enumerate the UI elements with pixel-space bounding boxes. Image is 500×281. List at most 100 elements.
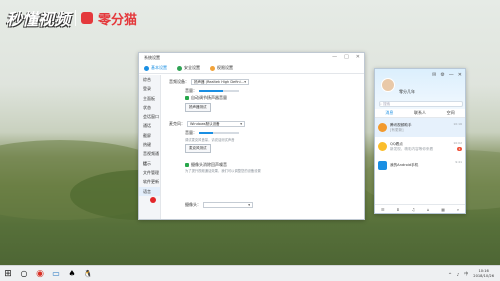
chat-tabs: 消息 联系人 空间 bbox=[375, 109, 465, 118]
minimize-button[interactable]: — bbox=[332, 54, 337, 60]
sidebar-item[interactable]: 状态 bbox=[139, 103, 160, 112]
sidebar-item[interactable]: 通话 bbox=[139, 121, 160, 130]
sidebar-item[interactable]: 截屏 bbox=[139, 131, 160, 140]
chat-panel: ✉ ⚙ — ✕ 零分几年 ⌕ 搜索 消息 联系人 空间 腾讯视频助手 [有更新] … bbox=[374, 68, 466, 214]
mic-value: Windows默认设备 bbox=[190, 121, 220, 126]
nickname: 零分几年 bbox=[399, 89, 415, 94]
sidebar-item[interactable]: 文件管理 bbox=[139, 168, 160, 177]
music-icon[interactable]: ♫ bbox=[411, 207, 415, 212]
sidebar-item[interactable]: 音视频通话 bbox=[139, 149, 160, 165]
clock[interactable]: 10:16 2018/10/26 bbox=[473, 269, 494, 279]
find-icon[interactable]: ⌕ bbox=[457, 207, 459, 212]
item-name: 我的Android手机 bbox=[390, 163, 419, 167]
list-item[interactable]: QQ看点 新发现，精彩内容等你来看 10:02 1 bbox=[375, 137, 465, 156]
noise-checkbox[interactable] bbox=[185, 163, 189, 167]
tab-permission[interactable]: 权限设置 bbox=[210, 63, 233, 73]
tab-basic[interactable]: 基本设置 bbox=[144, 63, 167, 73]
speaker-volume-row: 音量： bbox=[185, 88, 239, 94]
speaker-label: 音频设备： bbox=[169, 79, 189, 84]
volume-icon[interactable]: ♪ bbox=[457, 272, 460, 277]
search-icon[interactable]: ○ bbox=[16, 266, 32, 281]
test-speaker-button[interactable]: 扬声器测试 bbox=[185, 103, 211, 112]
noise-hint-text: 为了提升视频通话效果，我们可以调整您的设备设置 bbox=[185, 169, 261, 173]
noise-label: 摄像头消除回声噪音 bbox=[191, 162, 227, 167]
chat-header: ✉ ⚙ — ✕ 零分几年 ⌕ 搜索 bbox=[375, 69, 465, 109]
menu-icon[interactable]: ☰ bbox=[381, 207, 385, 212]
task-view-icon[interactable]: ▭ bbox=[48, 266, 64, 281]
list-item[interactable]: 腾讯视频助手 [有更新] 10:16 bbox=[375, 118, 465, 137]
sidebar-item[interactable]: 提示 bbox=[139, 159, 160, 168]
mic-hint: 调试麦克风音量，请说话测试声音 bbox=[185, 137, 234, 142]
apps-icon[interactable]: ▦ bbox=[441, 207, 445, 212]
sidebar-item-active[interactable]: 语言 bbox=[139, 186, 160, 196]
sidebar-item[interactable]: 会话窗口 bbox=[139, 112, 160, 121]
avatar[interactable] bbox=[381, 78, 395, 92]
volume-label: 音量： bbox=[185, 130, 197, 135]
close-button[interactable]: ✕ bbox=[458, 72, 462, 78]
item-time: 10:16 bbox=[453, 122, 462, 126]
chat-panel-controls: ✉ ⚙ — ✕ bbox=[432, 72, 462, 78]
speaker-test-row: 扬声器测试 bbox=[185, 103, 211, 112]
mail-icon[interactable]: ✉ bbox=[432, 72, 436, 78]
noise-hint: 为了提升视频通话效果，我们可以调整您的设备设置 bbox=[185, 169, 263, 173]
qq-penguin-icon[interactable]: 🐧 bbox=[80, 266, 96, 281]
search-input[interactable]: ⌕ 搜索 bbox=[379, 101, 463, 107]
item-time: 9:41 bbox=[455, 160, 462, 164]
gear-icon[interactable]: ⚙ bbox=[440, 72, 444, 78]
app-icon[interactable]: ♠ bbox=[64, 266, 80, 281]
windows-start-icon[interactable]: ⊞ bbox=[0, 266, 16, 281]
sidebar-item[interactable]: 软件更新 bbox=[139, 177, 160, 186]
sidebar-item[interactable]: 登录 bbox=[139, 84, 160, 93]
watermark-divider bbox=[75, 10, 77, 26]
camera-select[interactable]: ▾ bbox=[203, 202, 253, 208]
tab-permission-label: 权限设置 bbox=[217, 65, 233, 70]
list-item[interactable]: 我的Android手机 9:41 bbox=[375, 156, 465, 175]
cat-logo-icon bbox=[81, 12, 94, 24]
item-message: [有更新] bbox=[390, 127, 404, 132]
tab-security[interactable]: 安全设置 bbox=[177, 63, 200, 73]
maximize-button[interactable]: □ bbox=[344, 54, 349, 60]
gear-icon bbox=[144, 65, 149, 71]
mouse-pointer bbox=[150, 197, 156, 203]
home-icon[interactable]: ⌂ bbox=[427, 207, 430, 212]
desktop: 秒懂视频 零分猫 系统设置 — □ ✕ 基本设置 安全设置 权限设置 综合 登录… bbox=[0, 0, 500, 281]
settings-tabs: 基本设置 安全设置 权限设置 bbox=[139, 63, 364, 74]
settings-title: 系统设置 bbox=[144, 55, 160, 60]
chevron-down-icon: ▾ bbox=[248, 203, 250, 207]
system-tray: ^ ♪ 中 10:16 2018/10/26 bbox=[448, 266, 494, 281]
mic-row: 麦克风： Windows默认设备 ▾ bbox=[169, 121, 245, 127]
test-mic-button[interactable]: 麦克风测试 bbox=[185, 144, 211, 153]
watermark-brand: 零分猫 bbox=[98, 12, 138, 28]
noise-row: 摄像头消除回声噪音 bbox=[185, 162, 227, 168]
download-icon[interactable]: ⬇ bbox=[396, 207, 399, 212]
mic-select[interactable]: Windows默认设备 ▾ bbox=[187, 121, 245, 127]
chevron-down-icon: ▾ bbox=[244, 80, 246, 84]
auto-adjust-checkbox[interactable] bbox=[185, 96, 189, 100]
mic-volume-row: 音量： bbox=[185, 130, 239, 136]
camera-label: 摄像头： bbox=[185, 202, 201, 207]
sidebar-item[interactable]: 主面板 bbox=[139, 94, 160, 103]
tab-messages[interactable]: 消息 bbox=[385, 110, 393, 116]
close-button[interactable]: ✕ bbox=[356, 54, 360, 60]
auto-adjust-label: 自动调节扬声器音量 bbox=[191, 95, 227, 100]
speaker-select[interactable]: 扬声器 (Realtek High Defini... ▾ bbox=[191, 79, 249, 85]
tab-contacts[interactable]: 联系人 bbox=[414, 110, 426, 116]
tray-expand-icon[interactable]: ^ bbox=[448, 272, 451, 277]
chat-footer: ☰ ⬇ ♫ ⌂ ▦ ⌕ bbox=[375, 204, 465, 213]
watermark-text: 秒懂视频 bbox=[6, 10, 71, 29]
input-method-icon[interactable]: 中 bbox=[464, 271, 468, 277]
speaker-volume-slider[interactable] bbox=[199, 90, 239, 92]
mic-hint-text: 调试麦克风音量，请说话测试声音 bbox=[185, 138, 235, 142]
settings-content: 音频设备： 扬声器 (Realtek High Defini... ▾ 音量： 自… bbox=[169, 79, 358, 219]
volume-label: 音量： bbox=[185, 88, 197, 93]
camera-row: 摄像头： ▾ bbox=[185, 202, 253, 208]
minimize-button[interactable]: — bbox=[449, 72, 454, 78]
mic-test-row: 麦克风测试 bbox=[185, 144, 211, 153]
sidebar-item[interactable]: 综合 bbox=[139, 75, 160, 84]
tab-space[interactable]: 空间 bbox=[447, 110, 455, 116]
chrome-icon[interactable]: ◉ bbox=[32, 266, 48, 281]
auto-adjust-row: 自动调节扬声器音量 bbox=[185, 95, 227, 101]
sidebar-item[interactable]: 热键 bbox=[139, 140, 160, 149]
item-message: 新发现，精彩内容等你来看 bbox=[390, 146, 434, 151]
mic-volume-slider[interactable] bbox=[199, 132, 239, 134]
